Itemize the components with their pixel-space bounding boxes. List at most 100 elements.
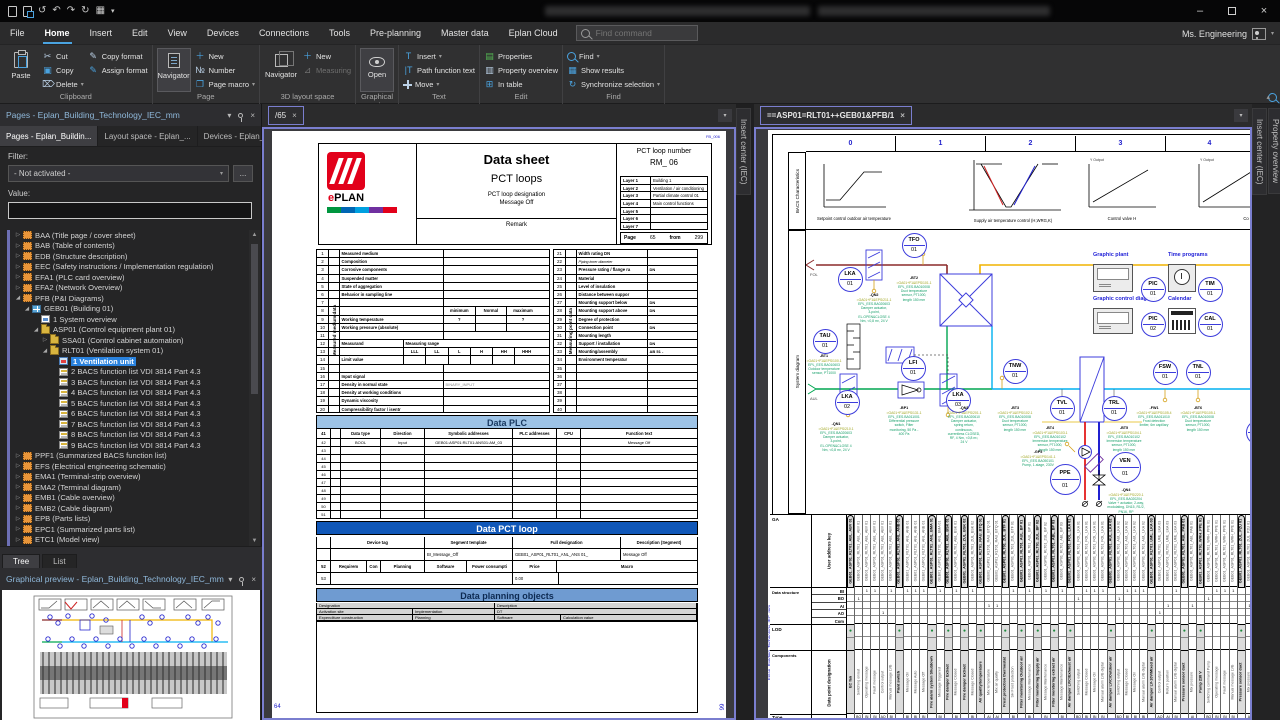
collapsed-icon[interactable]: ▷ bbox=[14, 474, 22, 480]
preview-dropdown-icon[interactable]: ▾ bbox=[228, 575, 232, 584]
tree-item[interactable]: ▷ETC1 (Model view) bbox=[10, 535, 262, 546]
tree-item[interactable]: 7 BACS function list VDI 3814 Part 4.3 bbox=[10, 419, 262, 430]
instrument-bubble-tfo-01[interactable]: TFO01 bbox=[902, 233, 927, 258]
tree-scrollbar[interactable]: ▲▼ bbox=[249, 230, 260, 546]
instrument-bubble-tnl-01[interactable]: TNL01 bbox=[1186, 360, 1211, 385]
pages-panel-header[interactable]: Pages - Eplan_Building_Technology_IEC_mm… bbox=[0, 104, 261, 126]
dock-tab-0[interactable]: Pages - Eplan_Buildin... bbox=[0, 126, 98, 146]
matrix-column[interactable]: GEB01_ASP01_RLT01_ZUL_BTF 011SH Frost pr… bbox=[1010, 515, 1018, 720]
matrix-column[interactable]: GEB01_ASP01_RLT01_AUL_LKA 02●Air damper … bbox=[1108, 515, 1116, 720]
3d-navigator-button[interactable]: Navigator bbox=[264, 48, 298, 92]
matrix-column[interactable]: GEB01_ASP01_RLT01_ABL_ABV 011Fault messa… bbox=[871, 515, 879, 720]
page-navigator-button[interactable]: Navigator bbox=[157, 48, 191, 92]
tree-item[interactable]: ▷EMA1 (Terminal-strip overview) bbox=[10, 472, 262, 483]
collapsed-icon[interactable]: ▷ bbox=[14, 285, 22, 291]
matrix-column[interactable]: GEB01_ASP01_RLT01_FOL_LKA 011Message Clo… bbox=[1083, 515, 1091, 720]
tree-item[interactable]: ▷EFA1 (PLC card overview) bbox=[10, 272, 262, 283]
graphical-preview-thumbnail[interactable] bbox=[2, 590, 260, 720]
page-number-button[interactable]: №Number bbox=[195, 64, 255, 77]
ribbon-tab-pre-planning[interactable]: Pre-planning bbox=[360, 22, 431, 45]
matrix-column[interactable]: GEB01_ASP01_RLT01_ANL_BMA 01●Fire alarm … bbox=[928, 515, 936, 720]
synchronize-selection-button[interactable]: ↻Synchronize selection▾ bbox=[567, 78, 660, 91]
tree-item[interactable]: ▷EMA2 (Terminal diagram) bbox=[10, 482, 262, 493]
matrix-column[interactable]: GEB01_ASP01_RLT01_ABL_ABV 011Control out… bbox=[880, 515, 888, 720]
matrix-column[interactable]: GEB01_ASP01_RLT01_ZUL_BP 021Message Main… bbox=[1042, 515, 1050, 720]
matrix-column[interactable]: GEB01_ASP01_RLT01_ZUL_BSK 021Message Clo… bbox=[969, 515, 977, 720]
collapsed-icon[interactable]: ▷ bbox=[14, 484, 22, 490]
matrix-column[interactable]: GEB01_ASP01_RLT01_UML_LKA 031Control out… bbox=[1156, 515, 1164, 720]
calendar-icon[interactable] bbox=[1168, 308, 1196, 334]
matrix-column[interactable]: GEB01_ASP01_RLT01_UML_LKA 031Return posi… bbox=[1164, 515, 1172, 720]
customize-toolbar-icon[interactable]: ▾ bbox=[111, 8, 115, 15]
tree-item[interactable]: 4 BACS function list VDI 3814 Part 4.3 bbox=[10, 388, 262, 399]
tree-item[interactable]: ▷EFA2 (Network Overview) bbox=[10, 283, 262, 294]
scrollbar-thumb[interactable] bbox=[251, 244, 258, 394]
matrix-column[interactable]: GEB01_ASP01_RLT01_UML_LKA 031Manual alar… bbox=[1173, 515, 1181, 720]
matrix-column[interactable]: GEB01_ASP01_RLT01_ABL_BSK 011Message Clo… bbox=[953, 515, 961, 720]
instrument-bubble-lfi-01[interactable]: LFI01 bbox=[901, 356, 926, 381]
matrix-column[interactable]: GEB01_ASP01_RLT01_AUL_BP 01●Filter monit… bbox=[1018, 515, 1026, 720]
instrument-bubble-trl-01[interactable]: TRL01 bbox=[1102, 396, 1127, 421]
matrix-column[interactable]: GEB01_ASP01_RLT01_FOL_LKA 011Switching o… bbox=[1075, 515, 1083, 720]
collapsed-icon[interactable]: ▷ bbox=[14, 243, 22, 249]
open-preview-button[interactable]: Open bbox=[360, 48, 394, 92]
tree-item[interactable]: ◢GEB01 (Building 01) bbox=[10, 304, 262, 315]
matrix-column[interactable]: GEB01_ASP01_RLT01_RAU_BTQ 011Mix tempera… bbox=[985, 515, 993, 720]
filter-more-button[interactable]: ... bbox=[233, 165, 253, 182]
matrix-column[interactable]: GEB01_ASP01_RLT01_ABL_ABV 011Operating m… bbox=[863, 515, 871, 720]
user-badge-icon[interactable] bbox=[1252, 28, 1266, 40]
find-button[interactable]: Find▾ bbox=[567, 50, 660, 63]
collapsed-icon[interactable]: ▷ bbox=[14, 264, 22, 270]
tree-item[interactable]: 1 Ventilation unit bbox=[10, 356, 262, 367]
copy-button[interactable]: ▣Copy bbox=[42, 64, 84, 77]
collapsed-icon[interactable]: ▷ bbox=[14, 526, 22, 532]
matrix-column[interactable]: GEB01_ASP01_RLT01_RAU_BTQ 01●Air quality… bbox=[977, 515, 985, 720]
graphic-plant-icon[interactable] bbox=[1093, 264, 1133, 292]
graphic-control-diagram-icon[interactable] bbox=[1093, 308, 1133, 334]
instrument-bubble-fsw-01[interactable]: FSW01 bbox=[1153, 360, 1178, 385]
insert-center-tab-right[interactable]: Insert center (IEC) bbox=[1252, 108, 1267, 195]
datasheet-tab[interactable]: /65 × bbox=[268, 106, 304, 125]
ribbon-tab-connections[interactable]: Connections bbox=[249, 22, 319, 45]
paste-button[interactable]: Paste bbox=[4, 48, 38, 92]
instrument-bubble-tau-01[interactable]: TAU01 bbox=[813, 329, 838, 354]
matrix-column[interactable]: GEB01_ASP01_RLT01_WRH_PPE 011Switching c… bbox=[1205, 515, 1213, 720]
matrix-column[interactable]: GEB01_ASP01_RLT01_ABL_ABV 011Switching o… bbox=[855, 515, 863, 720]
matrix-column[interactable]: GEB01_ASP01_RLT01_ANL_BMA 011Message tri… bbox=[937, 515, 945, 720]
tree-item[interactable]: ▷BAA (Title page / cover sheet) bbox=[10, 230, 262, 241]
collapsed-icon[interactable]: ▷ bbox=[14, 537, 22, 543]
tree-item[interactable]: ▷EDB (Structure description) bbox=[10, 251, 262, 262]
tree-item[interactable]: ▷BAB (Table of contents) bbox=[10, 241, 262, 252]
value-input[interactable] bbox=[8, 202, 252, 219]
matrix-column[interactable]: GEB01_ASP01_RLT01_ABL_BSK 01●Fire damper… bbox=[945, 515, 953, 720]
ribbon-tab-home[interactable]: Home bbox=[35, 22, 80, 45]
ribbon-tab-eplan-cloud[interactable]: Eplan Cloud bbox=[499, 22, 568, 45]
panel-close-icon[interactable]: × bbox=[250, 111, 255, 120]
restore-button[interactable] bbox=[1216, 0, 1248, 22]
move-button[interactable]: Move▾ bbox=[403, 78, 475, 91]
redo-icon[interactable]: ↷ bbox=[67, 6, 75, 16]
close-button[interactable]: × bbox=[1248, 0, 1280, 22]
instrument-bubble-lka-01[interactable]: LKA01 bbox=[838, 267, 863, 292]
matrix-column[interactable]: GEB01_ASP01_RLT01_ANL_ANB 011Message OnB… bbox=[904, 515, 912, 720]
collapsed-icon[interactable]: ▷ bbox=[14, 516, 22, 522]
find-command-box[interactable] bbox=[576, 25, 698, 41]
dock-tab-1[interactable]: Layout space - Eplan_... bbox=[98, 126, 197, 146]
instrument-bubble-tvl-01[interactable]: TVL01 bbox=[1050, 396, 1075, 421]
tab-close-icon[interactable]: × bbox=[292, 111, 297, 120]
instrument-bubble-cal-01[interactable]: CAL01 bbox=[1198, 312, 1223, 337]
find-command-input[interactable] bbox=[594, 27, 694, 39]
new-page-icon[interactable] bbox=[8, 6, 17, 17]
matrix-column[interactable]: GEB01_ASP01_RLT01_ZUL_BP 02●Filter monit… bbox=[1034, 515, 1042, 720]
matrix-column[interactable]: GEB01_ASP01_RLT01_RAU_BTQ 011Mix air qua… bbox=[994, 515, 1002, 720]
matrix-column[interactable]: GEB01_ASP01_RLT01_FOL_LKA 01●Air damper … bbox=[1067, 515, 1075, 720]
instrument-bubble-pic-02[interactable]: PIC02 bbox=[1141, 312, 1166, 337]
matrix-column[interactable]: GEB01_ASP01_RLT01_AUL_LKA 021Switching o… bbox=[1116, 515, 1124, 720]
tree-item[interactable]: ◢PFB (P&I Diagrams) bbox=[10, 293, 262, 304]
matrix-column[interactable]: GEB01_ASP01_RLT01_FOL_LKA 011Manual alar… bbox=[1099, 515, 1107, 720]
expanded-icon[interactable]: ◢ bbox=[32, 327, 40, 333]
panel-dropdown-icon[interactable]: ▾ bbox=[227, 111, 231, 120]
collapsed-icon[interactable]: ▷ bbox=[14, 463, 22, 469]
matrix-column[interactable]: GEB01_ASP01_RLT01_AUL_LKA 021Message OnB… bbox=[1132, 515, 1140, 720]
collapsed-icon[interactable]: ▷ bbox=[14, 253, 22, 259]
